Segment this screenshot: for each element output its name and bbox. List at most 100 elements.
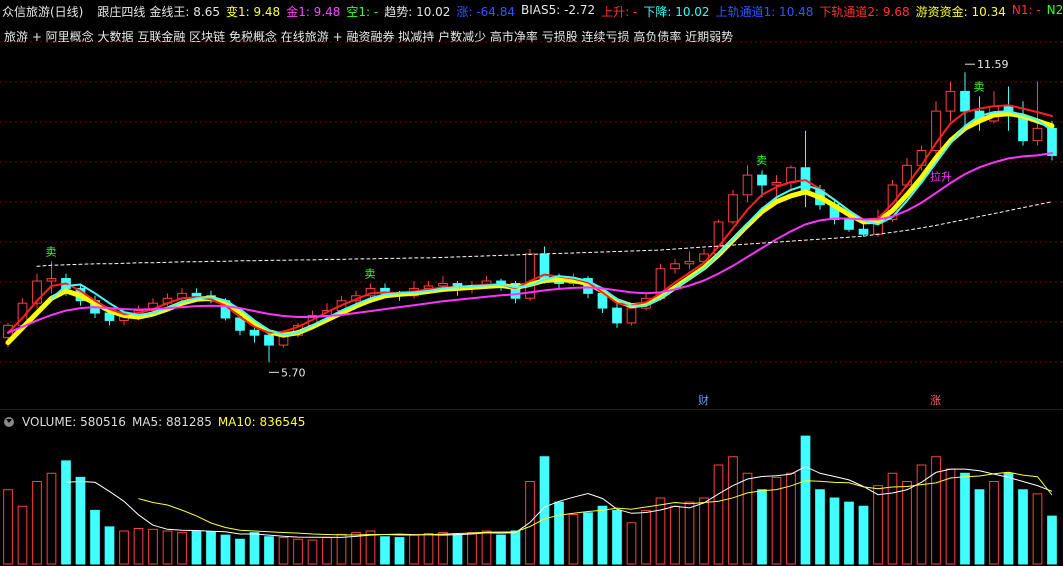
- volume-bar[interactable]: [191, 530, 202, 565]
- volume-bar[interactable]: [989, 481, 999, 565]
- volume-bar[interactable]: [655, 497, 666, 565]
- volume-bar[interactable]: [365, 530, 376, 565]
- volume-bar[interactable]: [510, 530, 521, 565]
- volume-bar[interactable]: [278, 537, 289, 565]
- volume-bar[interactable]: [728, 456, 738, 565]
- volume-bar[interactable]: [1032, 493, 1043, 565]
- volume-ma10-line: [138, 471, 1053, 536]
- volume-bar[interactable]: [800, 435, 811, 565]
- volume-bar[interactable]: [162, 530, 173, 565]
- candle-body[interactable]: [1018, 115, 1028, 142]
- candle-body[interactable]: [191, 292, 202, 297]
- volume-bar[interactable]: [104, 526, 115, 565]
- candle-body[interactable]: [684, 260, 695, 265]
- volume-bar[interactable]: [641, 509, 651, 565]
- candle-body[interactable]: [626, 307, 637, 324]
- volume-bar[interactable]: [496, 534, 506, 565]
- candle-body[interactable]: [612, 307, 622, 324]
- volume-bar[interactable]: [264, 536, 274, 565]
- volume-bar[interactable]: [873, 485, 883, 565]
- volume-bar[interactable]: [467, 532, 477, 565]
- volume-bar[interactable]: [351, 532, 361, 565]
- candle-body[interactable]: [858, 228, 869, 235]
- candle-body[interactable]: [438, 282, 448, 287]
- volume-bar[interactable]: [90, 509, 100, 565]
- volume-bar[interactable]: [322, 537, 332, 565]
- candle-body[interactable]: [786, 167, 796, 184]
- volume-bar[interactable]: [597, 505, 608, 565]
- volume-chart[interactable]: [0, 430, 1063, 566]
- price-chart[interactable]: 11.595.70卖卖卖卖拉升财涨: [0, 22, 1063, 410]
- volume-bar[interactable]: [46, 472, 57, 565]
- volume-bar[interactable]: [133, 528, 144, 565]
- volume-bar[interactable]: [235, 538, 245, 565]
- candle-body[interactable]: [1047, 127, 1057, 156]
- volume-bar[interactable]: [1003, 472, 1014, 565]
- volume-bar[interactable]: [177, 532, 187, 565]
- candle-body[interactable]: [771, 182, 782, 186]
- annotation-label: 卖: [365, 267, 376, 280]
- volume-bar[interactable]: [757, 489, 767, 565]
- volume-bar[interactable]: [75, 476, 86, 565]
- volume-bar[interactable]: [452, 533, 463, 565]
- candle-body[interactable]: [1032, 127, 1043, 142]
- volume-bar[interactable]: [336, 533, 347, 565]
- volume-bar[interactable]: [119, 530, 129, 565]
- ma10-value: 836545: [259, 415, 306, 429]
- volume-bar[interactable]: [423, 532, 434, 565]
- volume-bar[interactable]: [17, 505, 28, 565]
- volume-bar[interactable]: [293, 538, 303, 565]
- volume-bar[interactable]: [699, 497, 709, 565]
- volume-bar[interactable]: [771, 476, 782, 565]
- candle-body[interactable]: [249, 329, 260, 336]
- candle-body[interactable]: [844, 218, 854, 230]
- volume-bar[interactable]: [409, 534, 419, 565]
- candle-body[interactable]: [264, 334, 274, 346]
- volume-bar[interactable]: [206, 531, 216, 565]
- indicator-name[interactable]: 跟庄四线: [97, 3, 145, 20]
- candle-body[interactable]: [960, 90, 970, 112]
- volume-menu-icon[interactable]: [4, 417, 14, 427]
- volume-bar[interactable]: [61, 460, 71, 565]
- volume-bar[interactable]: [612, 509, 622, 565]
- candle-body[interactable]: [46, 278, 57, 282]
- volume-bar[interactable]: [3, 489, 13, 565]
- volume-bar[interactable]: [960, 472, 970, 565]
- volume-bar[interactable]: [742, 472, 753, 565]
- volume-bar[interactable]: [670, 505, 680, 565]
- volume-bar[interactable]: [684, 501, 695, 565]
- volume-bar[interactable]: [554, 501, 564, 565]
- volume-bar[interactable]: [974, 489, 985, 565]
- window-title[interactable]: 众信旅游(日线): [2, 3, 83, 20]
- volume-bar[interactable]: [307, 539, 318, 565]
- volume-bar[interactable]: [568, 514, 579, 565]
- volume-bar[interactable]: [1047, 515, 1057, 565]
- candle-body[interactable]: [945, 90, 956, 112]
- volume-bar[interactable]: [844, 501, 854, 565]
- volume-bar[interactable]: [815, 489, 825, 565]
- volume-bar[interactable]: [829, 497, 840, 565]
- volume-bar[interactable]: [626, 522, 637, 565]
- volume-bar[interactable]: [858, 505, 869, 565]
- volume-bar[interactable]: [902, 481, 912, 565]
- candle-body[interactable]: [916, 150, 927, 166]
- volume-bar[interactable]: [148, 528, 158, 565]
- volume-bar[interactable]: [1018, 489, 1028, 565]
- volume-bar[interactable]: [32, 481, 42, 565]
- volume-bar[interactable]: [583, 512, 593, 565]
- annotation-label: 涨: [930, 394, 941, 407]
- volume-bar[interactable]: [438, 532, 448, 565]
- candle-body[interactable]: [742, 174, 753, 196]
- volume-bar[interactable]: [713, 464, 724, 565]
- volume-bar[interactable]: [481, 530, 492, 565]
- metric-1: 变1: 9.48: [225, 4, 281, 19]
- volume-bar[interactable]: [394, 537, 405, 565]
- candle-body[interactable]: [728, 194, 738, 223]
- metric-5: 涨: -64.84: [456, 4, 515, 19]
- volume-bar[interactable]: [380, 536, 390, 565]
- volume-bar[interactable]: [945, 468, 956, 565]
- candle-body[interactable]: [757, 174, 767, 186]
- volume-bar[interactable]: [220, 534, 231, 565]
- candle-body[interactable]: [670, 263, 680, 270]
- volume-bar[interactable]: [249, 532, 260, 565]
